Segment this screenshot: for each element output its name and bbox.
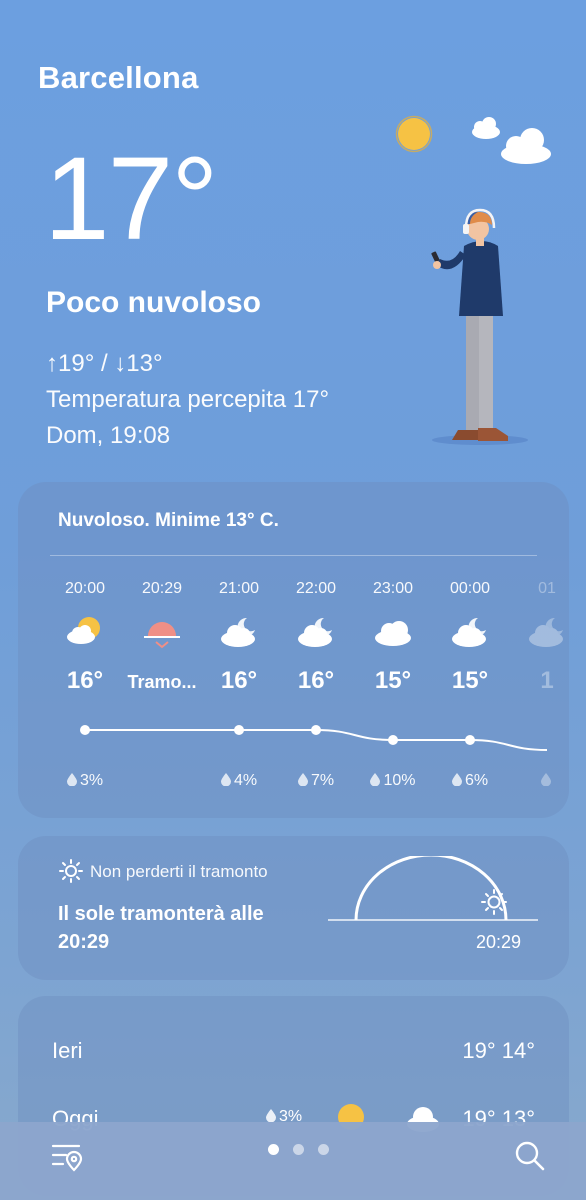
cloud-icon [472,117,500,139]
page-indicator [268,1144,330,1158]
raindrop-icon [370,773,381,786]
hourly-item[interactable]: 20:29 Tramo... [123,482,201,818]
sunset-time-text: Il sole tramonterà alle 20:29 [58,903,264,953]
raindrop-icon [66,773,77,786]
hour-precipitation: 6% [431,772,509,790]
hour-temperature: 16° [297,667,335,694]
hour-temperature: 15° [451,667,489,694]
sunset-time: 20:29 [476,932,522,952]
hour-temperature: 16° [220,667,258,694]
moon-cloud-icon [529,617,563,647]
hourly-item[interactable]: 20:00 16° 3% [46,482,124,818]
raindrop-icon [266,1109,276,1122]
hour-time: 01 [538,580,556,597]
cloud-icon [501,128,551,164]
hour-time: 21:00 [218,580,260,597]
hourly-item[interactable]: 21:00 16° 4% [200,482,278,818]
current-temperature: 17° [44,133,218,265]
moon-cloud-icon [452,617,486,647]
day-name: Ieri [52,1038,83,1063]
sunset-reminder-label: Non perderti il tramonto [90,862,268,881]
hour-precipitation: 10% [354,772,432,790]
sun-icon [481,889,507,915]
hour-temperature: 1 [540,667,554,694]
weather-illustration [395,115,551,445]
hourly-item[interactable]: 01 1 [508,482,569,818]
raindrop-icon [297,773,308,786]
daily-row-yesterday[interactable]: Ieri 19° 14° [52,1038,535,1078]
hour-precipitation: 7% [277,772,355,790]
hour-temperature: 16° [66,667,104,694]
raindrop-icon [220,773,231,786]
person-figure [431,208,528,445]
weather-condition: Poco nuvoloso [46,286,262,319]
hour-time: 20:29 [141,580,183,597]
moon-cloud-icon [221,617,255,647]
hourly-item[interactable]: 23:00 15° 10% [354,482,432,818]
raindrop-icon [451,773,462,786]
sun-behind-cloud-icon [67,617,100,644]
hour-temperature: 15° [374,667,412,694]
hour-time: 22:00 [295,580,337,597]
hourly-list[interactable]: 20:00 16° 3% 20:29 Tramo... 21:00 16° 4% 22:00 16… [18,482,569,818]
search-icon[interactable] [514,1140,546,1172]
hour-precipitation: 4% [200,772,278,790]
hour-precipitation: 3% [46,772,124,790]
hour-time: 00:00 [449,580,491,597]
moon-cloud-icon [298,617,332,647]
raindrop-icon [508,772,569,790]
page-dot[interactable] [318,1144,329,1155]
feels-like-temperature: Temperatura percepita 17° [46,386,330,413]
manage-locations-icon[interactable] [50,1140,84,1174]
hourly-item[interactable]: 22:00 16° 7% [277,482,355,818]
high-low-temperature: ↑19° / ↓13° [46,350,163,377]
hour-temperature: Tramo... [127,672,197,692]
sun-icon [395,115,433,153]
sun-icon [59,859,83,883]
cloud-icon [375,621,411,646]
hourly-item[interactable]: 00:00 15° 6% [431,482,509,818]
sunset-icon [144,622,180,649]
sunset-card[interactable]: Non perderti il tramonto Il sole tramont… [18,836,569,980]
day-temperatures: 19° 14° [462,1038,535,1063]
bottom-navigation-bar [0,1122,586,1200]
hourly-forecast-card[interactable]: Nuvoloso. Minime 13° C. 20:00 16° 3% 20:29 T… [18,482,569,818]
page-dot[interactable] [293,1144,304,1155]
hour-time: 23:00 [372,580,414,597]
date-time: Dom, 19:08 [46,422,171,449]
page-dot-active[interactable] [268,1144,279,1155]
city-name: Barcellona [38,60,199,95]
hour-time: 20:00 [64,580,106,597]
